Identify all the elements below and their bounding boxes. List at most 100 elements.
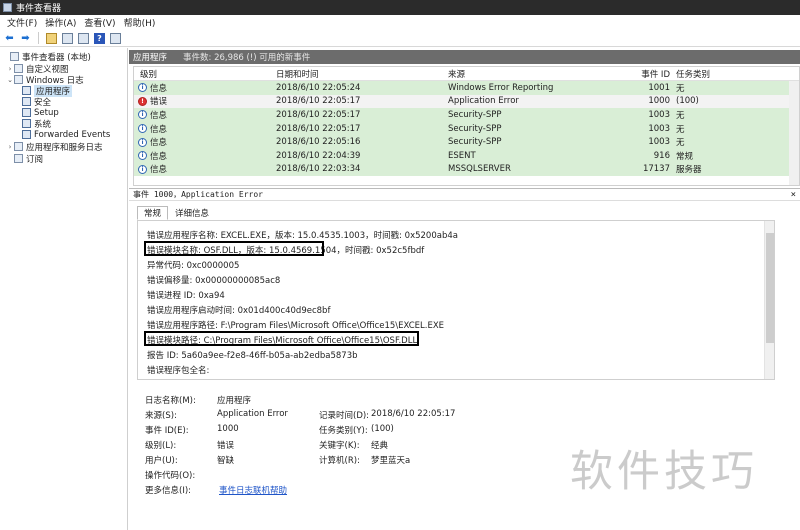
menu-bar: 文件(F) 操作(A) 查看(V) 帮助(H) (0, 15, 800, 30)
folder-icon (14, 142, 23, 151)
detail-tabs: 常规 详细信息 (137, 206, 216, 220)
table-row[interactable]: ! 错误 2018/6/10 22:05:17 Application Error… (134, 94, 799, 109)
description-scrollbar[interactable] (764, 221, 774, 379)
event-id-label: 事件 ID(E): (145, 426, 189, 436)
log-icon (22, 130, 31, 139)
tree-label: 订阅 (26, 154, 44, 165)
online-help-link[interactable]: 事件日志联机帮助 (219, 484, 287, 496)
tree-item-system[interactable]: 系统 (22, 118, 51, 130)
info-icon: i (138, 110, 147, 120)
row-task: 无 (676, 138, 685, 149)
table-row[interactable]: i 信息 2018/6/10 22:05:16 Security-SPP 1003… (134, 135, 799, 149)
tab-details[interactable]: 详细信息 (168, 206, 216, 220)
folder-up-icon[interactable] (45, 32, 58, 45)
description-line: 错误应用程序名称: EXCEL.EXE，版本: 15.0.4535.1003，时… (147, 231, 458, 241)
row-level: 信息 (150, 165, 168, 176)
event-viewer-icon (10, 52, 19, 61)
row-event-id: 1003 (648, 109, 670, 120)
row-level: 信息 (150, 110, 168, 121)
row-task: (100) (676, 96, 699, 107)
log-name-value: 应用程序 (217, 396, 252, 406)
row-level: 信息 (150, 124, 168, 135)
row-level: 信息 (150, 138, 168, 149)
collapse-icon[interactable]: ⌄ (6, 76, 14, 84)
error-icon: ! (138, 96, 147, 106)
row-task: 无 (676, 124, 685, 135)
show-action-pane-icon[interactable] (109, 32, 122, 45)
tree-item-forwarded-events[interactable]: Forwarded Events (22, 129, 110, 140)
column-datetime[interactable]: 日期和时间 (276, 67, 319, 81)
table-row[interactable]: i 信息 2018/6/10 22:03:34 MSSQLSERVER 17137… (134, 162, 799, 177)
back-arrow-icon[interactable]: ⬅ (3, 32, 16, 45)
row-level: 信息 (150, 83, 168, 94)
highlight-box-module-path (144, 331, 419, 346)
row-level: 错误 (150, 97, 168, 108)
source-label: 来源(S): (145, 411, 177, 421)
tree-item-app-service-logs[interactable]: › 应用程序和服务日志 (6, 141, 103, 153)
info-icon: i (138, 151, 147, 161)
event-list: 级别 日期和时间 来源 事件 ID 任务类别 i 信息 2018/6/10 22:… (133, 66, 800, 186)
description-line: 错误程序包全名: (147, 366, 210, 376)
description-line: 错误偏移量: 0x00000000085ac8 (147, 276, 281, 286)
column-source[interactable]: 来源 (448, 67, 465, 81)
source-value: Application Error (217, 409, 288, 419)
tree-item-security[interactable]: 安全 (22, 96, 51, 108)
row-source: Security-SPP (448, 109, 502, 120)
tab-general[interactable]: 常规 (137, 206, 169, 220)
event-count: 事件数: 26,986 (!) 可用的新事件 (183, 53, 311, 63)
row-datetime: 2018/6/10 22:05:16 (276, 137, 361, 148)
properties-icon[interactable] (77, 32, 90, 45)
row-datetime: 2018/6/10 22:03:34 (276, 164, 361, 175)
task-label: 任务类别(Y): (319, 426, 368, 436)
scrollbar-thumb[interactable] (766, 233, 774, 343)
table-row[interactable]: i 信息 2018/6/10 22:05:17 Security-SPP 1003… (134, 108, 799, 122)
toolbar-separator (38, 32, 39, 44)
tree-item-windows-logs[interactable]: ⌄ Windows 日志 (6, 74, 84, 86)
title-bar: 事件查看器 (0, 0, 800, 15)
tree-label: 应用程序和服务日志 (26, 142, 103, 153)
row-task: 无 (676, 110, 685, 121)
navigation-tree: 事件查看器 (本地) › 自定义视图 ⌄ Windows 日志 应用程序 安全 … (0, 48, 128, 530)
opcode-label: 操作代码(O): (145, 471, 196, 481)
expand-icon[interactable]: › (6, 143, 14, 151)
column-event-id[interactable]: 事件 ID (614, 67, 670, 81)
row-datetime: 2018/6/10 22:05:17 (276, 109, 361, 120)
table-row[interactable]: i 信息 2018/6/10 22:05:24 Windows Error Rep… (134, 81, 799, 95)
toolbar: ⬅ ➡ ? (0, 30, 800, 47)
menu-action[interactable]: 操作(A) (41, 16, 80, 29)
event-list-scrollbar[interactable] (789, 81, 799, 185)
close-icon[interactable]: × (791, 190, 796, 200)
tree-item-application[interactable]: 应用程序 (22, 84, 73, 97)
menu-view[interactable]: 查看(V) (80, 16, 119, 29)
tree-item-subscriptions[interactable]: 订阅 (14, 153, 44, 165)
log-name-label: 日志名称(M): (145, 396, 196, 406)
column-level[interactable]: 级别 (140, 67, 157, 81)
tree-item-setup[interactable]: Setup (22, 107, 59, 118)
expand-icon[interactable]: › (6, 65, 14, 73)
computer-value: 梦里蓝天a (371, 456, 411, 466)
row-datetime: 2018/6/10 22:05:24 (276, 82, 361, 93)
row-datetime: 2018/6/10 22:04:39 (276, 150, 361, 161)
info-icon: i (138, 164, 147, 174)
row-source: ESENT (448, 150, 476, 161)
event-viewer-icon (3, 3, 12, 12)
window-title: 事件查看器 (16, 4, 62, 14)
column-task[interactable]: 任务类别 (676, 67, 710, 81)
menu-help[interactable]: 帮助(H) (120, 16, 160, 29)
user-label: 用户(U): (145, 456, 178, 466)
log-title: 应用程序 (133, 53, 168, 63)
show-hide-tree-icon[interactable] (61, 32, 74, 45)
table-row[interactable]: i 信息 2018/6/10 22:04:39 ESENT 916 常规 (134, 149, 799, 163)
menu-file[interactable]: 文件(F) (3, 16, 41, 29)
log-icon (22, 97, 31, 106)
more-info-label: 更多信息(I): (145, 486, 192, 496)
tree-item-custom-views[interactable]: › 自定义视图 (6, 63, 69, 75)
help-icon[interactable]: ? (93, 32, 106, 45)
info-icon: i (138, 124, 147, 134)
logged-label: 记录时间(D): (319, 411, 370, 421)
description-line: 错误应用程序启动时间: 0x01d400c40d9ec8bf (147, 306, 331, 316)
highlight-box-module-name (144, 241, 324, 256)
forward-arrow-icon[interactable]: ➡ (19, 32, 32, 45)
tree-item-root[interactable]: 事件查看器 (本地) (2, 51, 91, 63)
table-row[interactable]: i 信息 2018/6/10 22:05:17 Security-SPP 1003… (134, 121, 799, 136)
